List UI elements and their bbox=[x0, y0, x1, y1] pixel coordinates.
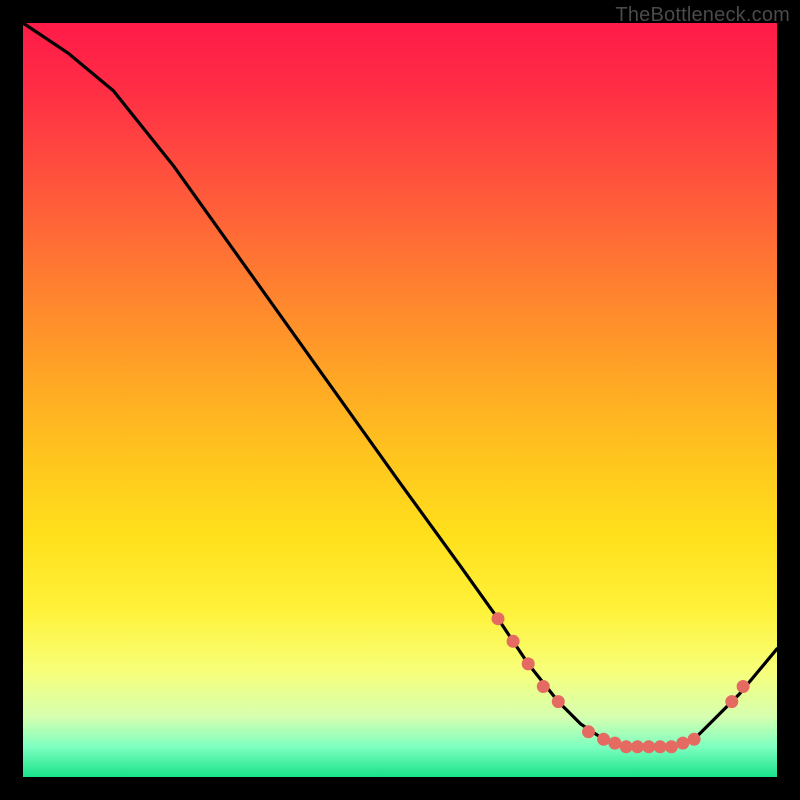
curve-marker bbox=[631, 740, 644, 753]
curve-marker bbox=[608, 737, 621, 750]
curve-marker bbox=[597, 733, 610, 746]
curve-marker bbox=[688, 733, 701, 746]
curve-marker bbox=[620, 740, 633, 753]
curve-marker bbox=[725, 695, 738, 708]
curve-marker bbox=[537, 680, 550, 693]
curve-marker bbox=[665, 740, 678, 753]
curve-marker bbox=[676, 737, 689, 750]
curve-marker bbox=[737, 680, 750, 693]
chart-stage: TheBottleneck.com bbox=[0, 0, 800, 800]
curve-marker bbox=[552, 695, 565, 708]
curve-marker bbox=[507, 635, 520, 648]
curve-marker bbox=[654, 740, 667, 753]
plot-area bbox=[23, 23, 777, 777]
chart-svg bbox=[23, 23, 777, 777]
curve-marker bbox=[492, 612, 505, 625]
curve-marker bbox=[642, 740, 655, 753]
curve-markers bbox=[492, 612, 750, 753]
curve-line bbox=[23, 23, 777, 747]
curve-marker bbox=[522, 657, 535, 670]
curve-marker bbox=[582, 725, 595, 738]
